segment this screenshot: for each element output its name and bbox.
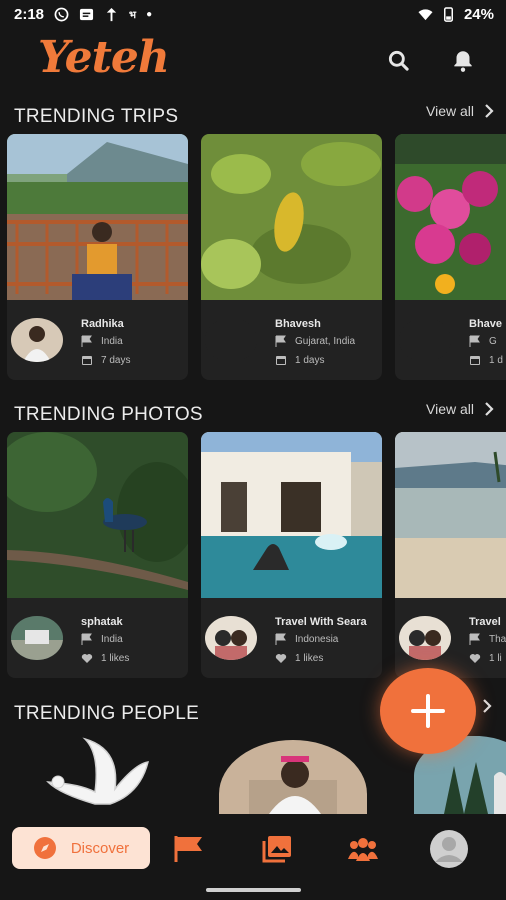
photo-likes-text: 1 likes (101, 652, 130, 664)
photo-likes-text: 1 likes (295, 652, 324, 664)
avatar (11, 318, 63, 362)
person-avatar[interactable] (219, 740, 367, 814)
status-bar: 2:18 भ ● 24% (0, 0, 506, 28)
trip-card[interactable]: Bhavesh Gujarat, India 1 days (201, 134, 382, 380)
heart-icon (469, 654, 481, 663)
calendar-icon (82, 356, 92, 365)
photo-card[interactable]: Travel Tha 1 li (395, 432, 506, 678)
chevron-right-icon (485, 402, 494, 416)
flag-icon (275, 633, 286, 645)
trip-author: Bhavesh (275, 318, 321, 330)
photo-likes: 1 likes (275, 652, 323, 664)
photo-likes-text: 1 li (489, 652, 502, 664)
calendar-icon (276, 356, 286, 365)
photo-image (201, 432, 382, 598)
photo-location-text: India (101, 633, 123, 645)
battery-icon (443, 6, 453, 22)
trip-duration: 1 d (469, 354, 503, 366)
view-all-trips-link[interactable]: View all (426, 103, 494, 119)
nav-discover-button[interactable]: Discover (12, 827, 150, 869)
avatar-placeholder (205, 318, 257, 362)
photo-location-text: Tha (489, 633, 506, 645)
photo-location: India (81, 633, 123, 645)
photo-location: Indonesia (275, 633, 338, 645)
app-bar: Yeteh (0, 30, 506, 94)
trip-location: Gujarat, India (275, 335, 355, 347)
photo-location: Tha (469, 633, 506, 645)
avatar-placeholder (399, 318, 451, 362)
trip-duration-text: 1 days (295, 354, 325, 366)
chevron-right-icon[interactable] (482, 699, 492, 713)
photo-author: Travel With Seara (275, 616, 367, 628)
heart-icon (81, 654, 93, 663)
nav-discover-label: Discover (70, 839, 130, 857)
trip-location: G (469, 335, 497, 347)
whatsapp-icon (54, 7, 69, 21)
view-all-label: View all (426, 401, 474, 417)
flag-icon (469, 633, 480, 645)
trip-card[interactable]: Bhave G 1 d (395, 134, 506, 380)
flag-icon (275, 335, 286, 347)
avatar (11, 616, 63, 660)
flag-icon (81, 633, 92, 645)
section-title-people: TRENDING PEOPLE (14, 703, 200, 724)
photos-nav-icon[interactable] (261, 834, 293, 864)
compass-icon (33, 837, 56, 859)
calendar-icon (470, 356, 480, 365)
section-title-trips: TRENDING TRIPS (14, 106, 179, 127)
section-title-photos: TRENDING PHOTOS (14, 404, 203, 425)
heart-icon (275, 654, 287, 663)
flag-nav-icon[interactable] (173, 834, 205, 864)
photo-likes: 1 likes (81, 652, 129, 664)
trip-duration: 1 days (275, 354, 324, 366)
trip-location: India (81, 335, 123, 347)
people-nav-icon[interactable] (347, 834, 379, 864)
sync-icon (106, 7, 117, 21)
avatar (205, 616, 257, 660)
photo-card[interactable]: Travel With Seara Indonesia 1 likes (201, 432, 382, 678)
status-time: 2:18 (14, 5, 45, 23)
trip-image (201, 134, 382, 300)
trip-card[interactable]: Radhika India 7 days (7, 134, 188, 380)
trip-duration-text: 7 days (101, 354, 131, 366)
notification-glyph: भ (129, 10, 137, 21)
battery-level: 24% (463, 5, 494, 23)
photos-carousel[interactable]: sphatak India 1 likes Travel With Seara (7, 432, 506, 678)
person-avatar[interactable] (40, 734, 155, 814)
photo-card[interactable]: sphatak India 1 likes (7, 432, 188, 678)
trip-location-text: India (101, 335, 123, 347)
message-icon (79, 8, 94, 20)
bell-icon[interactable] (450, 48, 476, 74)
gesture-home-bar[interactable] (206, 888, 301, 892)
search-icon[interactable] (386, 48, 412, 74)
trip-duration-text: 1 d (489, 354, 503, 366)
chevron-right-icon (485, 104, 494, 118)
bottom-navigation: Discover (0, 818, 506, 880)
trip-location-text: Gujarat, India (295, 335, 356, 347)
trip-image (7, 134, 188, 300)
trip-author: Bhave (469, 318, 503, 330)
photo-author: Travel (469, 616, 501, 628)
photo-likes: 1 li (469, 652, 502, 664)
trips-carousel[interactable]: Radhika India 7 days Bhavesh Gujarat, In… (7, 134, 506, 380)
view-all-photos-link[interactable]: View all (426, 401, 494, 417)
app-logo: Yeteh (38, 32, 170, 83)
trip-image (395, 134, 506, 300)
photo-location-text: Indonesia (295, 633, 339, 645)
trip-location-text: G (489, 335, 497, 347)
wifi-icon (418, 8, 433, 20)
trip-author: Radhika (81, 318, 124, 330)
photo-image (395, 432, 506, 598)
avatar (399, 616, 451, 660)
add-fab-button[interactable] (380, 668, 476, 754)
plus-icon (411, 694, 445, 728)
trip-duration: 7 days (81, 354, 130, 366)
photo-author: sphatak (81, 616, 123, 628)
flag-icon (81, 335, 92, 347)
more-dot-icon: ● (146, 8, 153, 20)
profile-avatar-icon[interactable] (429, 830, 469, 868)
flag-icon (469, 335, 480, 347)
view-all-label: View all (426, 103, 474, 119)
photo-image (7, 432, 188, 598)
